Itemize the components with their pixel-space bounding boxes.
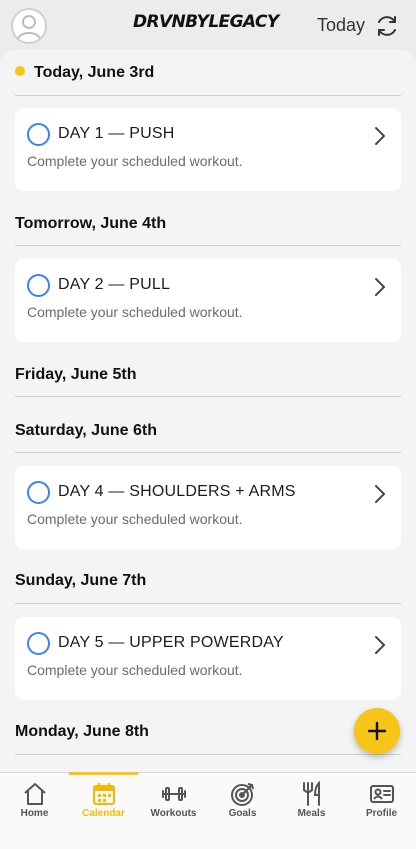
nav-label: Workouts xyxy=(150,808,197,819)
day-header: Friday, June 5th xyxy=(15,366,137,383)
nav-item-workouts[interactable]: Workouts xyxy=(139,773,208,849)
day-header: Saturday, June 6th xyxy=(15,422,157,439)
workout-title: DAY 4 — SHOULDERS + ARMS xyxy=(58,483,296,500)
day-header-today: Today, June 3rd xyxy=(15,64,401,82)
nav-label: Calendar xyxy=(82,808,125,819)
day-header: Tomorrow, June 4th xyxy=(15,215,167,232)
refresh-icon[interactable] xyxy=(374,13,400,39)
divider xyxy=(15,452,401,453)
today-indicator-dot xyxy=(15,66,25,76)
nav-label: Meals xyxy=(297,808,326,819)
calendar-icon xyxy=(93,783,115,805)
target-icon xyxy=(231,783,254,806)
id-card-icon xyxy=(370,785,394,803)
divider xyxy=(15,396,401,397)
chevron-right-icon xyxy=(375,127,385,145)
today-button[interactable]: Today xyxy=(317,15,365,36)
completion-checkbox[interactable] xyxy=(27,274,50,297)
nav-item-calendar[interactable]: Calendar xyxy=(69,772,138,849)
workout-subtitle: Complete your scheduled workout. xyxy=(27,153,243,169)
workout-card[interactable]: DAY 1 — PUSH Complete your scheduled wor… xyxy=(15,108,401,191)
user-avatar-icon[interactable] xyxy=(11,8,47,44)
workout-title: DAY 1 — PUSH xyxy=(58,125,175,142)
chevron-right-icon xyxy=(375,636,385,654)
plus-icon xyxy=(367,721,387,741)
workout-subtitle: Complete your scheduled workout. xyxy=(27,511,243,527)
nav-label: Home xyxy=(20,808,49,819)
nav-item-home[interactable]: Home xyxy=(0,773,69,849)
workout-card[interactable]: DAY 2 — PULL Complete your scheduled wor… xyxy=(15,259,401,342)
fork-knife-icon xyxy=(303,781,320,806)
divider xyxy=(15,245,401,246)
divider xyxy=(15,95,401,96)
chevron-right-icon xyxy=(375,485,385,503)
nav-label: Profile xyxy=(365,808,398,819)
nav-item-meals[interactable]: Meals xyxy=(277,773,346,849)
workout-title: DAY 2 — PULL xyxy=(58,276,171,293)
brand-logo: DRVNBYLEGACY xyxy=(133,12,279,32)
completion-checkbox[interactable] xyxy=(27,123,50,146)
workout-card[interactable]: DAY 5 — UPPER POWERDAY Complete your sch… xyxy=(15,617,401,700)
workout-subtitle: Complete your scheduled workout. xyxy=(27,662,243,678)
completion-checkbox[interactable] xyxy=(27,632,50,655)
workout-subtitle: Complete your scheduled workout. xyxy=(27,304,243,320)
top-header: DRVNBYLEGACY Today xyxy=(0,0,416,52)
completion-checkbox[interactable] xyxy=(27,481,50,504)
day-header: Sunday, June 7th xyxy=(15,572,147,589)
home-icon xyxy=(24,783,46,805)
dumbbell-icon xyxy=(162,787,186,801)
nav-label: Goals xyxy=(228,808,257,819)
nav-item-profile[interactable]: Profile xyxy=(347,773,416,849)
chevron-right-icon xyxy=(375,278,385,296)
day-header: Monday, June 8th xyxy=(15,723,149,740)
nav-item-goals[interactable]: Goals xyxy=(208,773,277,849)
calendar-list[interactable]: Today, June 3rd DAY 1 — PUSH Complete yo… xyxy=(0,50,416,772)
add-button[interactable] xyxy=(354,708,400,754)
workout-title: DAY 5 — UPPER POWERDAY xyxy=(58,634,284,651)
active-tab-indicator xyxy=(69,772,138,775)
bottom-nav: Home Calendar Workouts Goals Meals Profi… xyxy=(0,772,416,849)
divider xyxy=(15,754,401,755)
workout-card[interactable]: DAY 4 — SHOULDERS + ARMS Complete your s… xyxy=(15,466,401,549)
divider xyxy=(15,603,401,604)
